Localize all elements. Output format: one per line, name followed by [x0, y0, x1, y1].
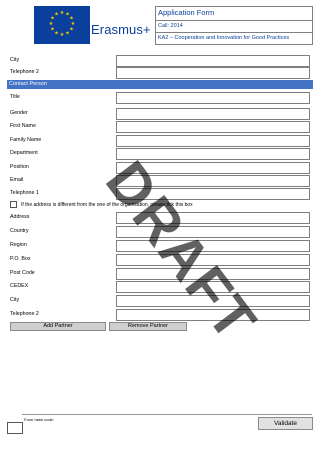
eu-flag-icon: ★ ★ ★ ★ ★ ★ ★ ★ ★ ★ ★ ★	[34, 6, 90, 44]
svg-text:★: ★	[49, 21, 54, 27]
post-code-input[interactable]	[116, 268, 310, 280]
checkbox-label: If the address is different from the one…	[21, 202, 193, 208]
field-label: CEDEX	[10, 283, 29, 289]
svg-text:★: ★	[69, 27, 74, 33]
city-input[interactable]	[116, 55, 310, 67]
field-row-country: Country	[10, 226, 310, 238]
field-label: Region	[10, 242, 27, 248]
field-row-email: Email	[10, 175, 310, 187]
field-label: Telephone 2	[10, 311, 39, 317]
field-row-city: City	[10, 55, 310, 67]
svg-text:★: ★	[60, 10, 65, 16]
hash-code-label: Form hash code:	[24, 417, 55, 422]
field-label: Email	[10, 177, 24, 183]
email-input[interactable]	[116, 175, 310, 187]
field-label: Country	[10, 228, 29, 234]
different-address-checkbox[interactable]	[10, 201, 17, 208]
field-row-region: Region	[10, 240, 310, 252]
address-city-input[interactable]	[116, 295, 310, 307]
field-label: P.O. Box	[10, 256, 31, 262]
position-input[interactable]	[116, 162, 310, 174]
region-input[interactable]	[116, 240, 310, 252]
field-row-post-code: Post Code	[10, 268, 310, 280]
program-name: Erasmus+	[91, 22, 151, 37]
field-label: City	[10, 57, 20, 63]
key-action: KA2 – Cooperation and Innovation for Goo…	[158, 35, 290, 41]
remove-partner-button[interactable]: Remove Partner	[109, 322, 187, 331]
field-row-family-name: Family Name	[10, 135, 310, 147]
header-divider	[156, 32, 312, 33]
header-divider	[156, 20, 312, 21]
svg-text:★: ★	[65, 31, 70, 37]
field-row-department: Department	[10, 148, 310, 160]
field-row-position: Position	[10, 162, 310, 174]
call-year: Call: 2014	[158, 23, 183, 29]
different-address-row: If the address is different from the one…	[10, 201, 310, 209]
gender-input[interactable]	[116, 108, 310, 120]
form-header: Application Form Call: 2014 KA2 – Cooper…	[155, 6, 313, 45]
po-box-input[interactable]	[116, 254, 310, 266]
family-name-input[interactable]	[116, 135, 310, 147]
hash-code-box	[7, 422, 23, 434]
field-row-telephone-2b: Telephone 2	[10, 309, 310, 321]
svg-text:★: ★	[54, 12, 59, 18]
field-label: Telephone 2	[10, 69, 39, 75]
field-label: First Name	[10, 123, 36, 129]
department-input[interactable]	[116, 148, 310, 160]
section-title: Contact Person	[9, 81, 47, 87]
erasmus-logo: ★ ★ ★ ★ ★ ★ ★ ★ ★ ★ ★ ★ Erasmus+	[34, 6, 151, 44]
first-name-input[interactable]	[116, 121, 310, 133]
field-label: Department	[10, 150, 38, 156]
field-row-city-2: City	[10, 295, 310, 307]
cedex-input[interactable]	[116, 281, 310, 293]
field-row-telephone-2: Telephone 2	[10, 67, 310, 79]
telephone-2-input[interactable]	[116, 67, 310, 79]
field-row-title: Title	[10, 92, 310, 104]
title-input[interactable]	[116, 92, 310, 104]
field-label: City	[10, 297, 20, 303]
validate-button[interactable]: Validate	[258, 417, 313, 430]
field-row-gender: Gender	[10, 108, 310, 120]
add-partner-button[interactable]: Add Partner	[10, 322, 106, 331]
section-header-contact-person: Contact Person	[7, 80, 313, 89]
field-row-telephone-1: Telephone 1	[10, 188, 310, 200]
field-row-address: Address	[10, 212, 310, 224]
field-label: Gender	[10, 110, 28, 116]
field-label: Position	[10, 164, 29, 170]
svg-text:★: ★	[60, 32, 65, 38]
country-input[interactable]	[116, 226, 310, 238]
svg-text:★: ★	[50, 27, 55, 33]
telephone-1-input[interactable]	[116, 188, 310, 200]
field-label: Telephone 1	[10, 190, 39, 196]
field-label: Address	[10, 214, 30, 220]
field-row-cedex: CEDEX	[10, 281, 310, 293]
field-label: Title	[10, 94, 20, 100]
address-input[interactable]	[116, 212, 310, 224]
form-title: Application Form	[158, 8, 215, 17]
field-row-first-name: First Name	[10, 121, 310, 133]
field-label: Post Code	[10, 270, 35, 276]
footer-divider	[22, 414, 312, 415]
address-telephone-2-input[interactable]	[116, 309, 310, 321]
field-label: Family Name	[10, 137, 42, 143]
svg-text:★: ★	[54, 31, 59, 37]
field-row-po-box: P.O. Box	[10, 254, 310, 266]
